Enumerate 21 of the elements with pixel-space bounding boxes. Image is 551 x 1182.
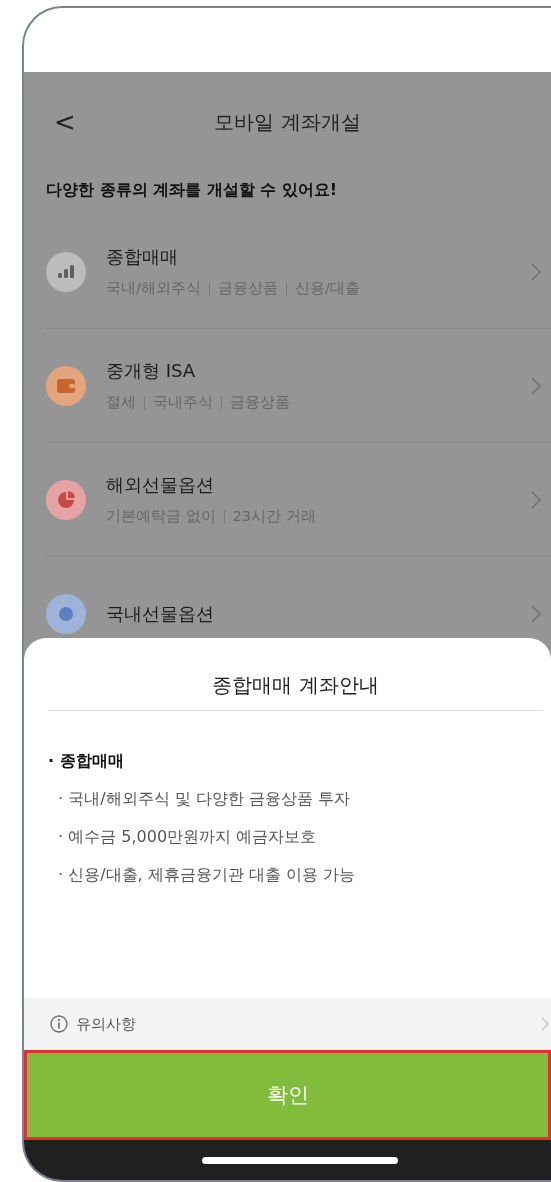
account-title: 국내선물옵션 bbox=[106, 601, 215, 626]
account-title: 중개형 ISA bbox=[106, 359, 197, 383]
account-title: 종합매매 bbox=[106, 245, 179, 269]
account-title: 해외선물옵션 bbox=[106, 473, 215, 497]
bullet-text: · 국내/해외주식 및 다양한 금융상품 투자 bbox=[57, 789, 351, 810]
bullet-text: · 신용/대출, 제휴금융기관 대출 이용 가능 bbox=[57, 865, 356, 886]
back-button[interactable]: < bbox=[54, 107, 76, 137]
info-icon bbox=[50, 1015, 68, 1033]
sheet-title: 종합매매 계좌안내 bbox=[212, 673, 379, 697]
headline: 다양한 종류의 계좌를 개설할 수 있어요! bbox=[45, 179, 339, 201]
screen-title: 모바일 계좌개설 bbox=[214, 109, 361, 134]
chevron-right-icon bbox=[531, 376, 541, 395]
chevron-right-icon bbox=[531, 490, 541, 509]
chevron-right-icon bbox=[541, 1015, 549, 1033]
chevron-right-icon bbox=[531, 262, 541, 281]
chevron-right-icon bbox=[531, 604, 541, 623]
section-title: · 종합매매 bbox=[48, 751, 125, 772]
home-indicator[interactable] bbox=[201, 1156, 398, 1164]
notice-bar[interactable]: 유의사항 bbox=[24, 998, 551, 1050]
bullet-text: · 예수금 5,000만원까지 예금자보호 bbox=[57, 827, 318, 848]
notice-label: 유의사항 bbox=[76, 1014, 136, 1034]
